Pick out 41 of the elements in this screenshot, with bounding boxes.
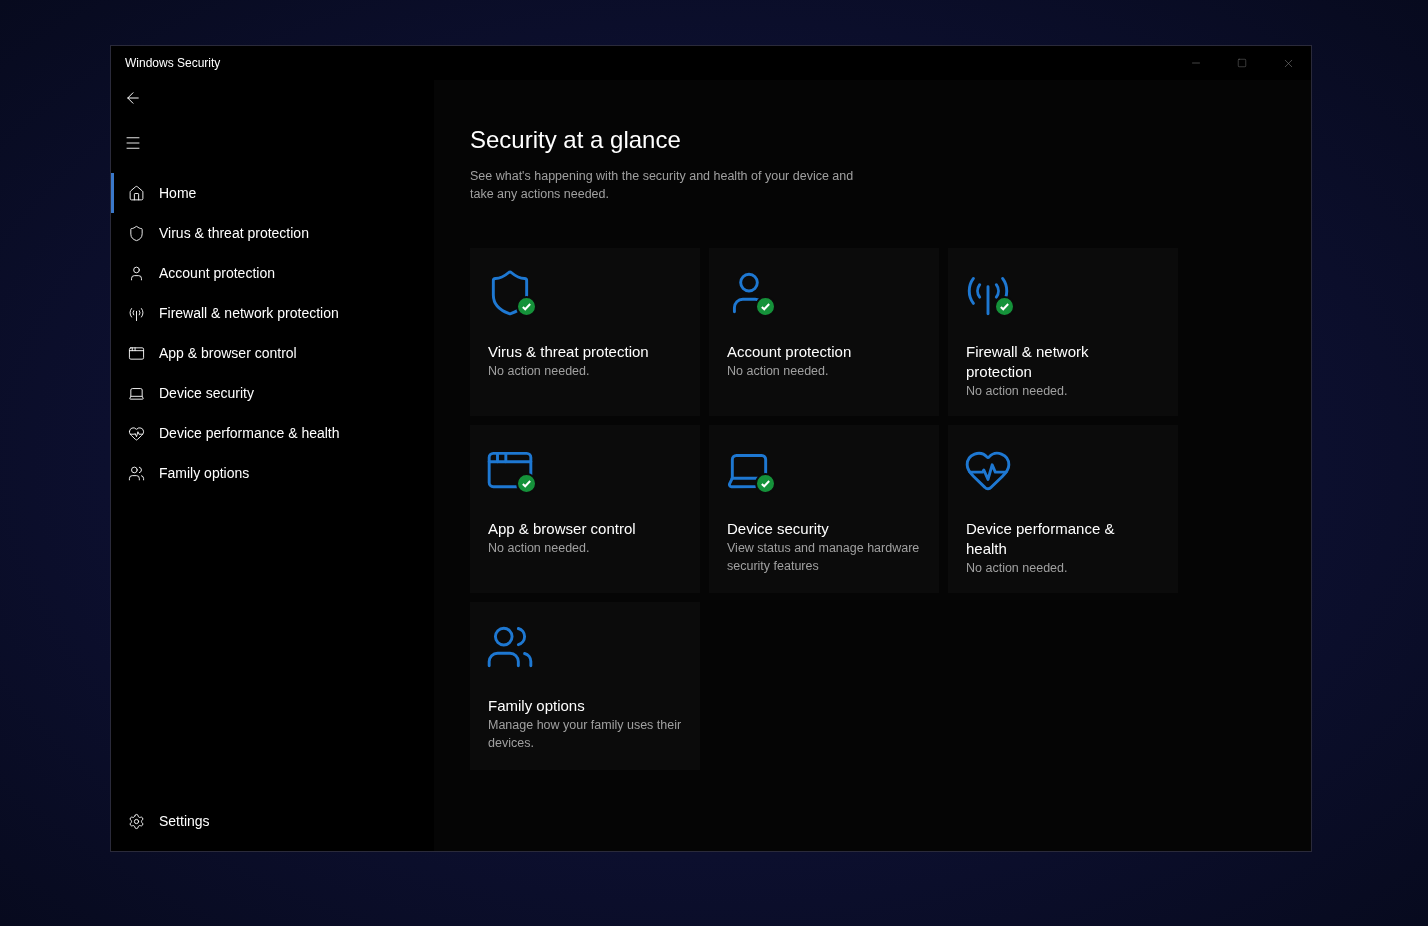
shield-icon [128, 224, 145, 242]
status-card[interactable]: Firewall & network protection No action needed. [948, 248, 1178, 416]
page-title: Security at a glance [470, 125, 682, 155]
card-status: View status and manage hardware security features [727, 540, 921, 575]
maximize-icon [1237, 58, 1247, 68]
card-title: Device performance & health [966, 519, 1116, 559]
nav-item[interactable]: Device performance & health [111, 413, 434, 453]
settings-nav-item[interactable]: Settings [111, 801, 434, 841]
nav-item[interactable]: Family options [111, 453, 434, 493]
status-card[interactable]: Account protection No action needed. [709, 248, 939, 416]
card-status: No action needed. [966, 383, 1069, 400]
heart-pulse-icon [128, 424, 145, 442]
card-status: No action needed. [488, 363, 591, 380]
window-title: Windows Security [125, 55, 221, 72]
card-title: Device security [727, 519, 830, 539]
status-card[interactable]: Device performance & health No action needed. [948, 425, 1178, 593]
card-status: No action needed. [966, 560, 1069, 577]
card-title: Family options [488, 696, 586, 716]
people-icon [128, 464, 145, 482]
nav-item[interactable]: Firewall & network protection [111, 293, 434, 333]
nav-item[interactable]: Virus & threat protection [111, 213, 434, 253]
card-title: Virus & threat protection [488, 342, 650, 362]
nav-item[interactable]: App & browser control [111, 333, 434, 373]
card-status: Manage how your family uses their devices. [488, 717, 683, 752]
card-title: Firewall & network protection [966, 342, 1090, 382]
nav-item[interactable]: Account protection [111, 253, 434, 293]
status-card[interactable]: App & browser control No action needed. [470, 425, 700, 593]
card-title: Account protection [727, 342, 853, 362]
card-status: No action needed. [488, 540, 591, 557]
page-subtitle: See what's happening with the security and health of your device and take any actions needed. [470, 168, 855, 203]
settings-icon [128, 812, 145, 830]
card-title: App & browser control [488, 519, 637, 539]
home-icon [128, 184, 145, 202]
nav-item[interactable]: Device security [111, 373, 434, 413]
status-card[interactable]: Device security View status and manage hardware security features [709, 425, 939, 593]
card-status: No action needed. [727, 363, 830, 380]
status-card[interactable]: Family options Manage how your family uses their devices. [470, 602, 700, 770]
menu-icon [124, 134, 142, 152]
window-icon [128, 344, 145, 362]
status-card[interactable]: Virus & threat protection No action needed. [470, 248, 700, 416]
person-icon [128, 264, 145, 282]
